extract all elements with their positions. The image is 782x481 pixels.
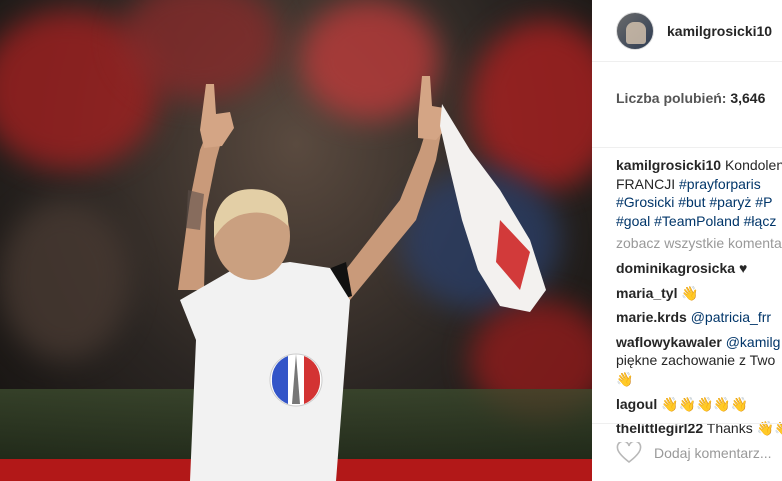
comments-list: kamilgrosicki10 Kondolencje FRANCJI #pra… xyxy=(592,148,782,438)
post-photo[interactable] xyxy=(0,0,592,481)
comment-username[interactable]: marie.krds xyxy=(616,309,687,325)
hashtag-line[interactable]: #Grosicki #but #paryż #P xyxy=(616,193,782,212)
comment-text: 👋👋👋👋👋 xyxy=(661,395,749,412)
comment-text: piękne zachowanie z Two xyxy=(616,352,776,369)
comment-username[interactable]: lagoul xyxy=(616,396,657,412)
caption-line: FRANCJI #prayforparis xyxy=(616,175,782,194)
comment-text: 👋 xyxy=(681,284,699,301)
likes-label: Liczba polubień: xyxy=(616,90,727,106)
comment-username[interactable]: maria_tyl xyxy=(616,285,677,301)
caption-username[interactable]: kamilgrosicki10 xyxy=(616,157,721,173)
likes-section: Liczba polubień: 3,646 xyxy=(592,62,782,148)
caption-line: kamilgrosicki10 Kondolencje xyxy=(616,156,782,175)
comment-username[interactable]: waflowykawaler xyxy=(616,334,722,350)
caption-text: Kondolencje xyxy=(724,157,782,173)
comment: waflowykawaler @kamilg xyxy=(616,333,782,352)
view-all-comments-link[interactable]: zobacz wszystkie komentarze xyxy=(616,234,782,253)
comment: marie.krds @patricia_frr xyxy=(616,308,782,327)
caption-text: FRANCJI xyxy=(616,175,679,192)
mention-link[interactable]: @patricia_frr xyxy=(691,309,771,325)
comment-text: 👋 xyxy=(616,370,634,387)
comment: dominikagrosicka ♥ xyxy=(616,259,782,278)
mention-link[interactable]: @kamilg xyxy=(726,334,781,350)
add-comment-input[interactable]: Dodaj komentarz... xyxy=(654,445,772,461)
comment-text: ♥ xyxy=(738,259,748,276)
player-figure xyxy=(178,76,546,481)
comment-bar: Dodaj komentarz... xyxy=(592,423,782,481)
comment: lagoul 👋👋👋👋👋 xyxy=(616,395,782,414)
likes-count[interactable]: 3,646 xyxy=(730,90,765,106)
hashtag-line[interactable]: #goal #TeamPoland #łącz xyxy=(616,212,782,231)
author-username[interactable]: kamilgrosicki10 xyxy=(667,23,772,39)
comment: maria_tyl 👋 xyxy=(616,284,782,303)
avatar[interactable] xyxy=(616,11,654,50)
hashtag-link[interactable]: #prayforparis xyxy=(679,176,761,192)
post-header: kamilgrosicki10 xyxy=(592,0,782,62)
heart-outline-icon[interactable] xyxy=(616,441,642,464)
comment-username[interactable]: dominikagrosicka xyxy=(616,260,735,276)
post-sidebar: kamilgrosicki10 Liczba polubień: 3,646 k… xyxy=(592,0,782,481)
